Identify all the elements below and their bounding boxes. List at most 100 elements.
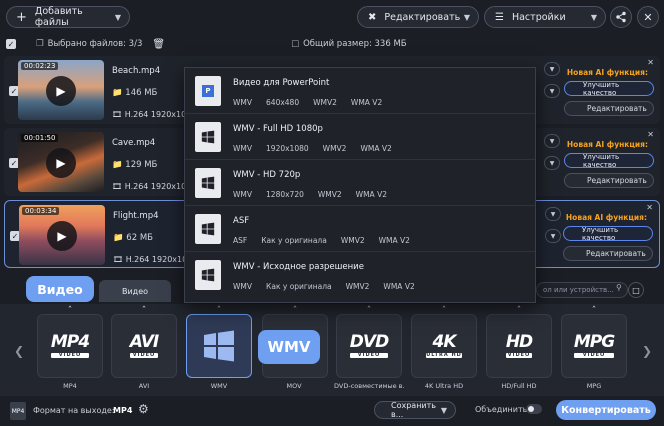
output-format-icon: MP4 <box>10 402 26 420</box>
edit-file-button[interactable]: Редактировать <box>564 173 654 188</box>
play-icon[interactable]: ▶ <box>46 76 76 106</box>
preset-spec: WMV <box>233 98 253 107</box>
tools-icon: ✖ <box>368 11 377 23</box>
format-hd[interactable]: ˆ HD VIDEO <box>486 306 552 378</box>
preset-item[interactable]: P Видео для PowerPoint WMV 640x480 WMV2 … <box>185 68 535 114</box>
enhance-quality-button[interactable]: Улучшить качество <box>564 152 654 169</box>
preset-title: WMV - HD 720p <box>233 170 301 180</box>
chevron-right-icon[interactable]: ❯ <box>642 344 652 358</box>
mini-dropdown[interactable]: ▼ <box>544 62 560 76</box>
preset-title: WMV - Full HD 1080p <box>233 124 323 134</box>
play-icon[interactable]: ▶ <box>47 221 77 251</box>
format-logo-text: 4K <box>432 332 456 352</box>
chevron-up-icon: ˆ <box>441 306 447 316</box>
format-logo-text: MP4 <box>50 332 90 352</box>
enhance-quality-button[interactable]: Улучшить качество <box>563 225 653 242</box>
format-mpg[interactable]: ˆ MPG VIDEO <box>561 306 627 378</box>
format-logo-sub: VIDEO <box>129 353 159 358</box>
ai-feature-label: Новая AI функция: <box>565 213 647 222</box>
enhance-quality-button[interactable]: Улучшить качество <box>564 81 654 97</box>
format-logo: AVI VIDEO <box>129 332 159 358</box>
video-thumbnail[interactable]: 00:03:34 ▶ <box>19 205 105 265</box>
top-toolbar: + Добавить файлы ▼ ✖ Редактировать ▼ ☰ Н… <box>0 0 664 34</box>
file-codec: 🎞 H.264 1920x108 <box>112 110 191 119</box>
chevron-up-icon: ˆ <box>516 306 522 316</box>
merge-toggle[interactable] <box>526 404 542 414</box>
convert-button[interactable]: Конвертировать <box>556 400 656 420</box>
search-input[interactable]: ол или устройств... <box>536 282 628 298</box>
file-size-value: 62 МБ <box>126 233 153 243</box>
preset-spec: Как у оригинала <box>261 236 327 245</box>
ai-feature-label: Новая AI функция: <box>566 140 648 149</box>
format-logo: DVD VIDEO <box>349 334 389 358</box>
total-size: Общий размер: 336 МБ <box>303 39 407 49</box>
mini-dropdown[interactable]: ▼ <box>545 207 561 221</box>
format-label: DVD-совместимые в... <box>334 382 404 390</box>
share-button[interactable] <box>610 6 632 28</box>
windows-file-icon <box>195 260 221 290</box>
share-icon <box>616 11 626 23</box>
format-label: WMV <box>210 382 228 390</box>
video-thumbnail[interactable]: 00:01:50 ▶ <box>18 132 104 192</box>
edit-file-button[interactable]: Редактировать <box>564 101 654 116</box>
remove-file-icon[interactable]: ✕ <box>646 203 653 212</box>
powerpoint-file-icon: P <box>195 76 221 106</box>
close-app-button[interactable]: ✕ <box>637 6 659 28</box>
save-to-button[interactable]: Сохранить в... ▼ <box>374 401 456 419</box>
format-logo: MPG VIDEO <box>573 332 615 358</box>
mini-dropdown[interactable]: ▼ <box>544 84 560 98</box>
tab-video[interactable]: Видео <box>99 280 171 302</box>
preset-item[interactable]: WMV - Full HD 1080p WMV 1920x1080 WMV2 W… <box>185 114 535 160</box>
settings-dropdown-button[interactable]: ☰ Настройки ▼ <box>484 6 606 28</box>
mini-dropdown[interactable]: ▼ <box>544 134 560 148</box>
chevron-left-icon[interactable]: ❮ <box>14 344 24 358</box>
format-mp4[interactable]: ˆ MP4 VIDEO <box>37 306 103 378</box>
wmv-callout-tag: WMV <box>258 330 320 364</box>
format-wmv[interactable]: ˆ <box>186 306 252 378</box>
trash-icon[interactable]: 🗑 <box>152 39 165 50</box>
enhance-label: Улучшить качество <box>582 225 619 242</box>
preset-spec: 1920x1080 <box>266 144 309 153</box>
mini-dropdown[interactable]: ▼ <box>544 156 560 170</box>
format-logo: MP4 VIDEO <box>50 332 90 358</box>
duration-label: 00:03:34 <box>22 207 60 215</box>
format-label: MPG <box>586 382 602 390</box>
format-dvd[interactable]: ˆ DVD VIDEO <box>336 306 402 378</box>
play-icon[interactable]: ▶ <box>46 148 76 178</box>
detect-device-icon[interactable]: □ <box>628 282 644 298</box>
add-files-button[interactable]: + Добавить файлы ▼ <box>6 6 130 28</box>
preset-item[interactable]: WMV - HD 720p WMV 1280x720 WMV2 WMA V2 <box>185 160 535 206</box>
edit-dropdown-button[interactable]: ✖ Редактировать ▼ <box>357 6 479 28</box>
preset-specs: WMV Как у оригинала WMV2 WMA V2 <box>233 282 415 291</box>
format-logo-text: MPG <box>573 332 615 352</box>
chevron-up-icon: ˆ <box>591 306 597 316</box>
windows-icon <box>204 330 234 362</box>
preset-item[interactable]: WMV - Исходное разрешение WMV Как у ориг… <box>185 252 535 298</box>
mini-dropdown[interactable]: ▼ <box>545 229 561 243</box>
remove-file-icon[interactable]: ✕ <box>647 130 654 139</box>
search-icon[interactable]: ⚲ <box>616 283 622 292</box>
format-avi[interactable]: ˆ AVI VIDEO <box>111 306 177 378</box>
format-label: AVI <box>138 382 150 390</box>
format-logo-text: AVI <box>129 332 159 352</box>
format-picker: ❮ ❯ ˆ MP4 VIDEO MP4 ˆ AVI VIDEO AVI ˆ WMV … <box>0 304 664 396</box>
selection-bar: ✓ ❐ Выбрано файлов: 3/3 🗑 □ Общий размер… <box>0 34 664 54</box>
document-icon: □ <box>291 39 300 49</box>
edit-file-button[interactable]: Редактировать <box>563 246 653 261</box>
preset-title: ASF <box>233 216 250 226</box>
gear-icon[interactable]: ⚙ <box>138 402 149 416</box>
video-thumbnail[interactable]: 00:02:23 ▶ <box>18 60 104 120</box>
chevron-down-icon: ▼ <box>114 12 121 22</box>
folder-icon: 📁 <box>112 160 126 170</box>
preset-spec: WMV <box>233 144 253 153</box>
add-files-label: Добавить файлы <box>34 6 83 28</box>
output-format-label: Формат на выходе: <box>33 406 115 415</box>
remove-file-icon[interactable]: ✕ <box>647 58 654 67</box>
preset-spec: WMV2 <box>317 190 342 199</box>
enhance-label: Улучшить качество <box>583 152 620 169</box>
select-all-checkbox[interactable]: ✓ <box>6 39 16 49</box>
selected-count: Выбрано файлов: 3/3 <box>47 39 143 49</box>
preset-item[interactable]: ASF ASF Как у оригинала WMV2 WMA V2 <box>185 206 535 252</box>
preset-spec: 640x480 <box>266 98 300 107</box>
format-4k[interactable]: ˆ 4K ULTRA HD <box>411 306 477 378</box>
